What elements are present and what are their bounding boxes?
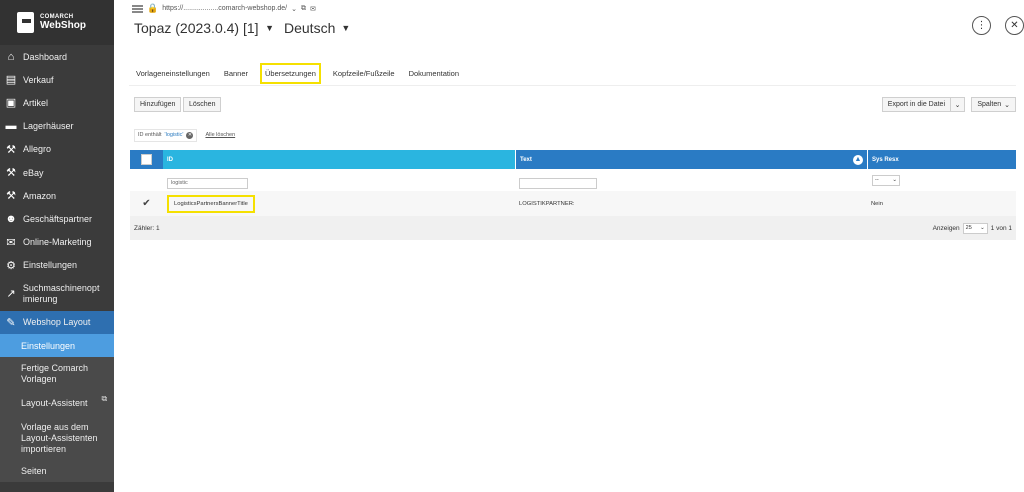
users-icon: ☻ (5, 212, 17, 225)
row-counter: Zähler: 1 (134, 224, 160, 232)
page-range: 1 von 1 (990, 224, 1012, 232)
language-select[interactable]: Deutsch ▼ (282, 19, 352, 37)
brush-icon: ✎ (6, 316, 16, 329)
chevron-down-icon: ⌄ (954, 101, 961, 109)
subnav-item-seiten[interactable]: Seiten (0, 460, 114, 483)
filter-prefix: ID enthält (138, 132, 162, 138)
chevron-down-icon[interactable]: ⌄ (291, 5, 297, 13)
row-checkbox[interactable]: ✔ (130, 198, 163, 209)
brand-logo[interactable]: COMARCH WebShop (0, 0, 114, 45)
pager: Anzeigen 25 ⌄ 1 von 1 (932, 222, 1012, 234)
external-link-icon: ⧉ (101, 394, 108, 404)
select-all-checkbox[interactable] (130, 150, 163, 169)
sidebar: COMARCH WebShop ⌂ Dashboard ▤ Verkauf ▣ … (0, 0, 114, 492)
tab-uebersetzungen[interactable]: Übersetzungen (260, 63, 321, 84)
filter-value: 'logistic' (164, 132, 184, 138)
truck-icon: ▬ (5, 120, 17, 133)
brand-line2: WebShop (40, 20, 86, 31)
pager-label: Anzeigen (932, 224, 960, 232)
topbar-actions: ⋮ ✕ (972, 16, 1024, 35)
table-row[interactable]: ✔ LogisticsPartnersBannerTitle LOGISTIKP… (130, 191, 1016, 216)
columns-group: Spalten ⌄ (971, 97, 1016, 112)
chevron-down-icon: ⌄ (980, 225, 985, 231)
sidebar-item-geschaeftspartner[interactable]: ☻ Geschäftspartner (0, 207, 114, 230)
chevron-down-icon: ▼ (265, 23, 274, 33)
store-select[interactable]: Topaz (2023.0.4) [1] ▼ (132, 19, 276, 37)
hamburger-menu-icon[interactable] (132, 4, 143, 13)
url-text[interactable]: https://..................comarch-websho… (162, 5, 287, 12)
remove-filter-icon[interactable]: ✕ (186, 131, 194, 139)
gavel-icon: ⚒ (6, 143, 16, 156)
grid-footer: Zähler: 1 Anzeigen 25 ⌄ 1 von 1 (130, 216, 1016, 240)
close-icon[interactable]: ✕ (1005, 16, 1024, 35)
sidebar-item-webshop-layout[interactable]: ✎ Webshop Layout (0, 310, 114, 335)
clear-all-link[interactable]: Alle löschen (205, 132, 235, 138)
gavel-icon: ⚒ (6, 190, 16, 203)
chevron-down-icon: ⌄ (1004, 101, 1010, 109)
delete-button[interactable]: Löschen (183, 97, 222, 112)
sidebar-item-einstellungen[interactable]: ⚙ Einstellungen (0, 254, 114, 277)
row-sys-resx: Nein (871, 200, 883, 207)
export-dropdown-button[interactable]: ⌄ (951, 97, 965, 112)
sort-up-icon[interactable]: ▲ (853, 154, 863, 165)
chevron-down-icon: ▼ (341, 23, 351, 33)
topbar: 🔒 https://..................comarch-webs… (130, 0, 1024, 44)
header-sys-resx[interactable]: Sys Resx (867, 150, 1016, 169)
column-filter-row: -- ⌄ (130, 169, 1016, 191)
header-text[interactable]: Text ▲ (515, 150, 867, 169)
tab-bar: Vorlageneinstellungen Banner Übersetzung… (129, 62, 1016, 86)
sidebar-item-artikel[interactable]: ▣ Artikel (0, 91, 114, 114)
sidebar-item-allegro[interactable]: ⚒ Allegro (0, 138, 114, 161)
columns-button[interactable]: Spalten ⌄ (971, 97, 1016, 112)
envelope-icon[interactable]: ✉ (310, 5, 316, 13)
sidebar-subnav: Einstellungen Fertige Comarch Vorlagen L… (0, 334, 114, 483)
tab-dokumentation[interactable]: Dokumentation (407, 65, 461, 82)
logo-icon (17, 12, 34, 33)
gavel-icon: ⚒ (6, 167, 16, 180)
sidebar-item-ebay[interactable]: ⚒ eBay (0, 161, 114, 184)
box-icon: ▣ (5, 97, 17, 110)
sidebar-nav: ⌂ Dashboard ▤ Verkauf ▣ Artikel ▬ Lagerh… (0, 45, 114, 335)
sidebar-item-verkauf[interactable]: ▤ Verkauf (0, 68, 114, 91)
gear-icon: ⚙ (6, 259, 16, 272)
add-button[interactable]: Hinzufügen (134, 97, 182, 112)
subnav-item-fertige-vorlagen[interactable]: Fertige Comarch Vorlagen (0, 357, 114, 391)
sidebar-item-online-marketing[interactable]: ✉ Online-Marketing (0, 231, 114, 254)
grid-header: ID Text ▲ Sys Resx (130, 150, 1016, 169)
chevron-down-icon: ⌄ (892, 177, 897, 183)
tab-kopfzeile-fusszeile[interactable]: Kopfzeile/Fußzeile (331, 65, 397, 82)
tab-vorlageneinstellungen[interactable]: Vorlageneinstellungen (134, 65, 212, 82)
main-content: Vorlageneinstellungen Banner Übersetzung… (129, 62, 1016, 240)
subnav-item-einstellungen[interactable]: Einstellungen (0, 334, 114, 358)
id-filter-input[interactable] (167, 177, 248, 189)
translations-grid: ID Text ▲ Sys Resx -- ⌄ ✔ (130, 150, 1016, 240)
row-text[interactable]: LOGISTIKPARTNER: (515, 201, 867, 207)
sidebar-item-lagerhaeuser[interactable]: ▬ Lagerhäuser (0, 115, 114, 138)
row-id[interactable]: LogisticsPartnersBannerTitle (167, 194, 255, 213)
tab-banner[interactable]: Banner (222, 65, 250, 82)
chart-icon: ↗ (6, 288, 16, 301)
export-button[interactable]: Export in die Datei (881, 97, 951, 112)
document-icon: ▤ (5, 74, 17, 87)
subnav-item-vorlage-importieren[interactable]: Vorlage aus dem Layout-Assistenten impor… (0, 416, 114, 461)
traffic-light-icon[interactable]: ⋮ (972, 16, 991, 35)
page-size-select[interactable]: 25 ⌄ (962, 222, 988, 234)
sidebar-item-seo[interactable]: ↗ Suchmaschinenopt imierung (0, 277, 114, 311)
external-link-icon[interactable]: ⧉ (301, 5, 306, 13)
subnav-item-layout-assistent[interactable]: Layout-Assistent ⧉ (0, 390, 114, 417)
lock-icon: 🔒 (147, 3, 159, 13)
envelope-icon: ✉ (6, 236, 16, 249)
text-filter-input[interactable] (519, 177, 597, 189)
sys-filter-select[interactable]: -- ⌄ (872, 174, 900, 186)
store-row: Topaz (2023.0.4) [1] ▼ Deutsch ▼ (132, 19, 352, 37)
url-bar: 🔒 https://..................comarch-webs… (132, 3, 316, 14)
toolbar: Hinzufügen Löschen Export in die Datei ⌄… (129, 97, 1016, 131)
sidebar-item-amazon[interactable]: ⚒ Amazon (0, 184, 114, 207)
export-group: Export in die Datei ⌄ (881, 97, 965, 112)
home-icon: ⌂ (7, 50, 15, 63)
sidebar-item-dashboard[interactable]: ⌂ Dashboard (0, 45, 114, 68)
header-id[interactable]: ID (163, 150, 515, 169)
